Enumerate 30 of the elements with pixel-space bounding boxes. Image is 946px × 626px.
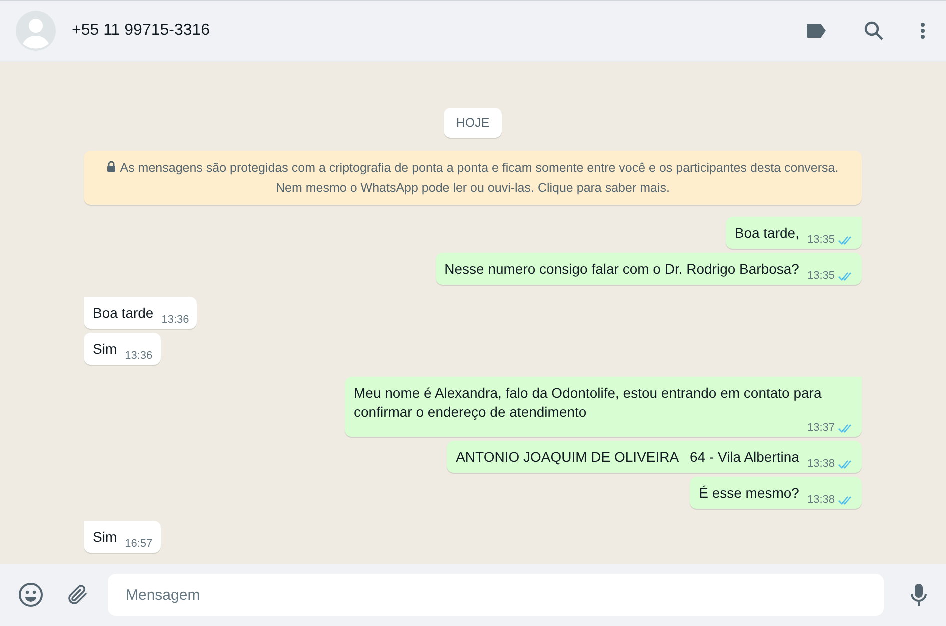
received-message[interactable]: Boa tarde 13:36 — [84, 297, 198, 329]
message-input[interactable]: Mensagem — [108, 574, 884, 616]
message-time: 13:38 — [807, 494, 835, 506]
sent-message[interactable]: Meu nome é Alexandra, falo da Odontolife, estou entrando em contato para confirmar o endereço de atendimento 13:37 — [345, 377, 862, 437]
message-text: Nesse numero consigo falar com o Dr. Rodrigo Barbosa? — [444, 260, 800, 279]
message-text: Sim — [93, 340, 118, 359]
sent-message[interactable]: É esse mesmo? 13:38 — [690, 477, 862, 509]
message-text: Boa tarde — [93, 304, 154, 323]
message-text: ANTONIO JOAQUIM DE OLIVEIRA 64 - Vila Albertina — [456, 448, 800, 467]
encryption-notice[interactable]: As mensagens são protegidas com a criptografia de ponta a ponta e ficam somente entre você e os participantes desta conversa. Nem mesmo o WhatsApp pode ler ou ouvi-las. Clique para saber mais. — [84, 151, 862, 205]
notice-text: As mensagens são protegidas com a criptografia de ponta a ponta e ficam somente entre você e os participantes desta conversa. — [120, 161, 839, 175]
sent-message[interactable]: ANTONIO JOAQUIM DE OLIVEIRA 64 - Vila Albertina 13:38 — [447, 441, 862, 473]
date-chip: HOJE — [444, 108, 502, 138]
message-text: Meu nome é Alexandra, falo da Odontolife, estou entrando em contato para confirmar o endereço de atendimento — [354, 384, 823, 422]
message-time: 13:37 — [807, 422, 835, 434]
sent-message[interactable]: Nesse numero consigo falar com o Dr. Rodrigo Barbosa? 13:35 — [436, 253, 862, 285]
message-time: 16:57 — [125, 538, 153, 550]
message-time: 13:36 — [162, 314, 190, 326]
message-text: Boa tarde, — [734, 224, 800, 243]
message-time: 13:35 — [807, 234, 835, 246]
notice-text: Nem mesmo o WhatsApp pode ler ou ouvi-las. Clique para saber mais. — [276, 181, 670, 195]
message-time: 13:38 — [807, 458, 835, 470]
message-text: Sim — [93, 528, 118, 547]
received-message[interactable]: Sim 13:36 — [84, 333, 161, 365]
message-time: 13:36 — [125, 350, 153, 362]
message-time: 13:35 — [807, 270, 835, 282]
sent-message[interactable]: Boa tarde, 13:35 — [726, 217, 862, 249]
received-message[interactable]: Sim 16:57 — [84, 521, 161, 553]
message-text: É esse mesmo? — [699, 484, 800, 503]
lock-icon — [107, 161, 116, 172]
